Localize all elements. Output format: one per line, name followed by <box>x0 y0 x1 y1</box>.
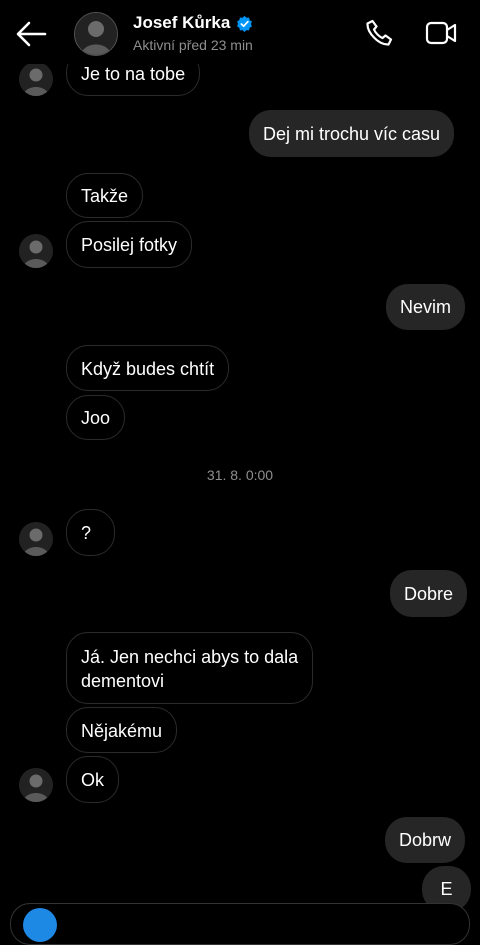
message-incoming[interactable]: Posilej fotky <box>66 221 193 268</box>
message-line: dementovi <box>81 671 165 691</box>
camera-icon[interactable] <box>23 908 57 942</box>
sender-avatar[interactable] <box>19 522 53 556</box>
message-outgoing[interactable]: Dobrw <box>385 817 466 863</box>
sender-avatar[interactable] <box>19 62 53 96</box>
message-composer[interactable] <box>10 903 470 945</box>
contact-avatar[interactable] <box>74 12 118 56</box>
video-camera-icon[interactable] <box>424 18 458 48</box>
message-incoming-multiline[interactable]: Já. Jen nechci abys to dala dementovi <box>66 632 314 704</box>
sender-avatar[interactable] <box>19 768 53 802</box>
message-incoming[interactable]: Ok <box>66 756 120 803</box>
message-outgoing[interactable]: Nevim <box>386 284 466 330</box>
contact-status: Aktivní před 23 min <box>133 37 253 53</box>
back-arrow-icon[interactable] <box>14 18 48 50</box>
phone-icon[interactable] <box>364 18 394 48</box>
message-incoming[interactable]: Joo <box>66 395 126 440</box>
chat-header: Josef Kůrka Aktivní před 23 min <box>0 0 480 64</box>
message-incoming[interactable]: Nějakému <box>66 707 178 753</box>
message-incoming[interactable]: Když budes chtít <box>66 345 230 391</box>
message-line: Já. Jen nechci abys to dala <box>81 647 299 667</box>
message-outgoing[interactable]: Dobre <box>390 570 468 617</box>
message-incoming[interactable]: Takže <box>66 173 144 218</box>
message-outgoing[interactable]: Dej mi trochu víc casu <box>249 110 455 157</box>
contact-photo <box>75 13 117 55</box>
message-incoming[interactable]: ? <box>66 509 115 556</box>
sender-avatar[interactable] <box>19 234 53 268</box>
contact-name[interactable]: Josef Kůrka <box>133 13 230 33</box>
message-timestamp: 31. 8. 0:00 <box>206 467 274 483</box>
verified-badge-icon <box>237 15 252 32</box>
